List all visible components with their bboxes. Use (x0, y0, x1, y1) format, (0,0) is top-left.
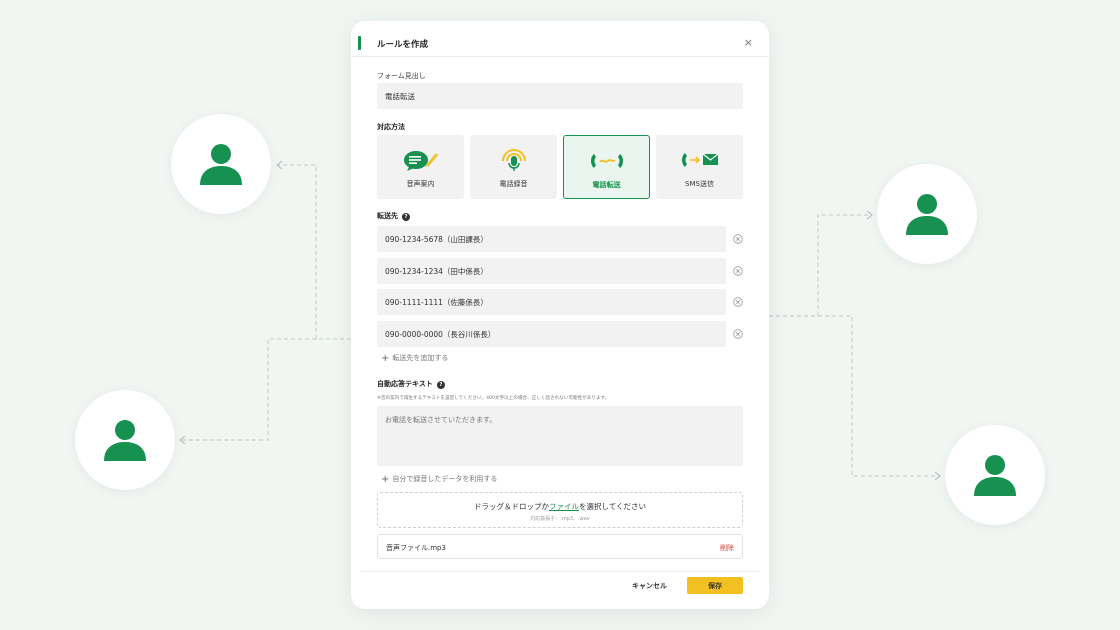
user-avatar (171, 114, 271, 214)
help-icon[interactable]: ? (436, 381, 445, 389)
destinations-label: 転送先? (377, 211, 410, 221)
remove-circle-icon[interactable] (733, 234, 743, 244)
dropzone-text-after: を選択してください (578, 502, 647, 511)
add-destination-button[interactable]: + 転送先を追加する (381, 353, 448, 364)
phone-to-mail-icon (681, 153, 718, 167)
form-heading-input[interactable]: 電話転送 (377, 83, 743, 109)
file-dropzone[interactable]: ドラッグ＆ドロップかファイルを選択してください 対応拡張子：.mp3、.wav (377, 492, 743, 528)
file-select-link[interactable]: ファイル (549, 502, 579, 511)
person-icon (200, 144, 242, 185)
delete-file-button[interactable]: 削除 (720, 543, 734, 553)
method-option-call-recording[interactable]: 電話録音 (470, 135, 557, 199)
auto-reply-label: 自動応答テキスト? (377, 379, 445, 389)
person-icon (104, 420, 146, 461)
method-option-call-forward[interactable]: 電話転送 (563, 135, 650, 199)
destination-input[interactable]: 090-0000-0000（長谷川係長） (377, 321, 726, 347)
remove-circle-icon[interactable] (733, 297, 743, 307)
header-accent-bar (358, 36, 361, 50)
destination-input[interactable]: 090-1234-5678（山田課長） (377, 226, 726, 252)
footer-divider (361, 571, 759, 572)
auto-reply-note: ※音声案内で再生するテキストを設定してください。400文字以上の場合、正しく話さ… (377, 396, 610, 401)
method-option-label: SMS送信 (685, 180, 714, 188)
remove-circle-icon[interactable] (733, 266, 743, 276)
speech-bubble-pencil-icon (403, 151, 438, 171)
uploaded-file-row: 音声ファイル.mp3 削除 (377, 534, 743, 559)
use-own-recording-label: 自分で録音したデータを利用する (392, 475, 498, 483)
destination-input[interactable]: 090-1111-1111（佐藤係長） (377, 289, 726, 315)
method-label: 対応方法 (377, 123, 405, 131)
save-button[interactable]: 保存 (687, 577, 743, 594)
auto-reply-textarea[interactable] (377, 406, 743, 466)
person-icon (906, 194, 948, 235)
microphone-icon (501, 149, 526, 171)
auto-reply-label-text: 自動応答テキスト (377, 380, 433, 388)
destination-input[interactable]: 090-1234-1234（田中係長） (377, 258, 726, 284)
user-avatar (75, 390, 175, 490)
call-forward-icon (590, 154, 623, 168)
add-destination-label: 転送先を追加する (392, 354, 449, 362)
cancel-button[interactable]: キャンセル (632, 581, 667, 591)
user-avatar (877, 164, 977, 264)
method-option-label: 電話録音 (499, 180, 528, 188)
close-button[interactable]: × (744, 36, 753, 49)
destinations-label-text: 転送先 (377, 212, 398, 220)
person-icon (974, 455, 1016, 496)
method-option-voice-guide[interactable]: 音声案内 (377, 135, 464, 199)
file-name: 音声ファイル.mp3 (386, 544, 446, 552)
use-own-recording-button[interactable]: + 自分で録音したデータを利用する (381, 474, 497, 485)
plus-icon: + (381, 474, 390, 485)
method-option-sms[interactable]: SMS送信 (656, 135, 743, 199)
create-rule-dialog: ルールを作成 × フォーム見出し 電話転送 対応方法 音声案内 電話録音 電話転… (351, 21, 769, 609)
remove-circle-icon[interactable] (733, 329, 743, 339)
user-avatar (945, 425, 1045, 525)
dialog-header: ルールを作成 × (351, 21, 769, 57)
method-option-label: 電話転送 (592, 181, 621, 189)
form-heading-label: フォーム見出し (377, 72, 426, 80)
dropzone-text-before: ドラッグ＆ドロップか (473, 502, 549, 511)
dropzone-text: ドラッグ＆ドロップかファイルを選択してください (378, 501, 742, 512)
plus-icon: + (381, 353, 390, 364)
help-icon[interactable]: ? (402, 213, 410, 221)
dialog-title: ルールを作成 (377, 40, 429, 50)
method-option-label: 音声案内 (406, 180, 435, 188)
supported-extensions: 対応拡張子：.mp3、.wav (530, 516, 590, 522)
